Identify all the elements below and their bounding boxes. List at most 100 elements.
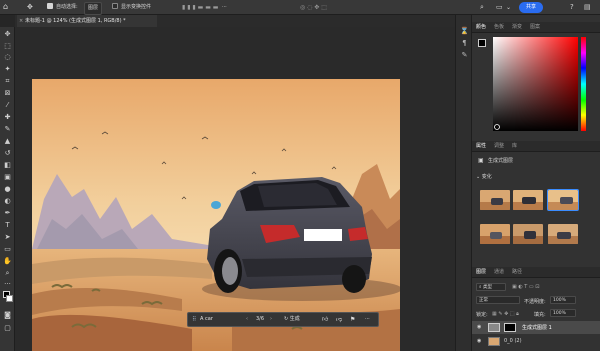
document-tab-bar: × 未标题-1 @ 124% (生成式图层 1, RGB/8) *	[15, 15, 455, 27]
blend-mode-select[interactable]: 正常	[476, 296, 520, 304]
flag-icon[interactable]: ⚑	[350, 313, 355, 326]
options-bar: ⌂ ✥ 自动选择: 图层 显示变换控件 ▮ ▮ ▮ ▬ ▬ ▬ ··· ◎ ◌ …	[0, 0, 600, 15]
auto-select-option[interactable]: 自动选择:	[47, 2, 78, 13]
tab-gradients[interactable]: 渐变	[512, 22, 522, 33]
clone-stamp-icon[interactable]: ▲	[3, 137, 12, 146]
next-variation-icon[interactable]: ›	[270, 313, 272, 326]
prev-variation-icon[interactable]: ‹	[246, 313, 248, 326]
history-panel-icon[interactable]: ⌛	[460, 27, 469, 36]
prompt-text[interactable]: A car	[200, 313, 213, 326]
variation-thumbnail-6[interactable]	[548, 224, 578, 244]
align-icons[interactable]: ▮ ▮ ▮ ▬ ▬ ▬	[182, 2, 218, 13]
document-tab[interactable]: × 未标题-1 @ 124% (生成式图层 1, RGB/8) *	[17, 15, 157, 27]
tab-paths[interactable]: 路径	[512, 267, 522, 278]
auto-select-dropdown[interactable]: 图层	[84, 2, 103, 15]
thumbs-down-icon[interactable]: 👎︎	[336, 313, 342, 326]
layer-name[interactable]: 0_0 (2)	[504, 338, 522, 344]
layer-name[interactable]: 生成式图层 1	[522, 324, 552, 331]
variation-thumbnail-2[interactable]	[513, 190, 543, 210]
desert-car-image	[32, 79, 400, 351]
gradient-tool-icon[interactable]: ▣	[3, 173, 12, 182]
layer-row[interactable]: ◉ 0_0 (2)	[472, 335, 600, 348]
color-field[interactable]	[493, 37, 578, 131]
more-tools-icon[interactable]: ···	[3, 280, 12, 289]
variations-toggle[interactable]: ⌄ 变化	[476, 173, 492, 180]
magic-wand-icon[interactable]: ✦	[3, 65, 12, 74]
background-color-swatch[interactable]	[6, 295, 13, 302]
auto-select-checkbox[interactable]	[47, 2, 53, 9]
show-transform-option[interactable]: 显示变换控件	[112, 2, 151, 13]
variation-thumbnail-1[interactable]	[480, 190, 510, 210]
document-tab-title: 未标题-1 @ 124% (生成式图层 1, RGB/8) *	[25, 18, 126, 24]
help-icon[interactable]: ?	[570, 2, 574, 13]
more-icon[interactable]: ···	[365, 313, 370, 326]
variation-thumbnail-4[interactable]	[480, 224, 510, 244]
lock-icons[interactable]: ▦ ✎ ✥ ⬚ 🔒︎	[492, 311, 519, 317]
variation-image	[480, 190, 510, 210]
more-options-button[interactable]: ···	[222, 2, 227, 13]
opacity-field[interactable]: 100%	[550, 296, 576, 304]
thumbs-up-icon[interactable]: 👍︎	[322, 313, 328, 326]
frame-tool-icon[interactable]: ⊠	[3, 89, 12, 98]
layer-row[interactable]: ◉ 生成式图层 1	[472, 321, 600, 334]
tab-adjustments[interactable]: 调整	[494, 141, 504, 152]
eraser-icon[interactable]: ◧	[3, 161, 12, 170]
3d-mode-icons[interactable]: ◎ ◌ ✥ ⬚	[300, 2, 327, 13]
layer-kind-filter[interactable]: ⌕ 类型	[476, 283, 506, 291]
artboard-tool-icon[interactable]: ⬚	[3, 42, 12, 51]
paragraph-panel-icon[interactable]: ¶	[460, 39, 469, 48]
tab-channels[interactable]: 通道	[494, 267, 504, 278]
dodge-tool-icon[interactable]: ◐	[3, 197, 12, 206]
variation-thumbnail-5[interactable]	[513, 224, 543, 244]
share-button[interactable]: 共享	[519, 2, 543, 13]
screen-mode-icon[interactable]: ▢	[3, 324, 12, 333]
crop-tool-icon[interactable]: ⌗	[3, 77, 12, 86]
lock-label: 锁定:	[476, 312, 488, 318]
panel-menu-icon[interactable]: ▤	[584, 2, 591, 13]
hue-slider[interactable]	[581, 37, 586, 131]
lasso-tool-icon[interactable]: ◌	[3, 53, 12, 62]
blur-tool-icon[interactable]: ●	[3, 185, 12, 194]
brush-tool-icon[interactable]: ✎	[3, 125, 12, 134]
tab-properties[interactable]: 属性	[476, 141, 486, 152]
home-icon[interactable]: ⌂	[3, 1, 8, 12]
variation-thumbnail-3[interactable]	[547, 189, 579, 211]
eyedropper-icon[interactable]: ⁄	[3, 101, 12, 110]
transform-label: 显示变换控件	[121, 4, 152, 10]
move-tool-icon[interactable]: ✥	[27, 2, 33, 13]
zoom-tool-icon[interactable]: ⌕	[3, 269, 12, 278]
healing-brush-icon[interactable]: ✚	[3, 113, 12, 122]
chevron-down-icon[interactable]: ⌄	[506, 2, 511, 13]
right-panels: 颜色 色板 渐变 图案 属性 调整 库 ▣ 生成式图层 ⌄ 变化 图层 通道 路…	[472, 15, 600, 351]
hand-tool-icon[interactable]: ✋	[3, 257, 12, 266]
generate-button[interactable]: ↻ 生成	[284, 313, 300, 326]
brush-settings-icon[interactable]: ✎	[460, 51, 469, 60]
quick-mask-icon[interactable]: ◙	[3, 311, 12, 320]
layers-panel-tabs: 图层 通道 路径	[472, 267, 600, 278]
pen-tool-icon[interactable]: ✒	[3, 209, 12, 218]
layer-mask-thumbnail[interactable]	[504, 323, 516, 332]
canvas-area[interactable]: ⠿ A car ‹ 3/6 › ↻ 生成 👍︎ 👎︎ ⚑ ···	[15, 27, 467, 351]
transform-checkbox[interactable]	[112, 2, 118, 9]
visibility-eye-icon[interactable]: ◉	[477, 324, 481, 330]
generate-label: 生成	[289, 316, 300, 322]
tab-libraries[interactable]: 库	[512, 141, 517, 152]
tab-swatches[interactable]: 色板	[494, 22, 504, 33]
path-select-icon[interactable]: ➤	[3, 233, 12, 242]
layer-filter-icons[interactable]: ▣ ◐ T ▭ ⊡	[512, 284, 539, 290]
visibility-eye-icon[interactable]: ◉	[477, 338, 481, 344]
tab-layers[interactable]: 图层	[476, 267, 486, 278]
search-icon[interactable]: ⌕	[480, 2, 484, 13]
type-tool-icon[interactable]: T	[3, 221, 12, 230]
layer-thumbnail	[488, 337, 500, 346]
close-icon[interactable]: ×	[19, 15, 23, 27]
workspace-icon[interactable]: ▭	[496, 2, 503, 13]
rectangle-tool-icon[interactable]: ▭	[3, 245, 12, 254]
move-tool-icon[interactable]: ✥	[3, 30, 12, 39]
tab-patterns[interactable]: 图案	[530, 22, 540, 33]
document-image[interactable]	[32, 79, 400, 351]
history-brush-icon[interactable]: ↺	[3, 149, 12, 158]
tab-color[interactable]: 颜色	[476, 22, 486, 33]
fill-field[interactable]: 100%	[550, 309, 576, 317]
fg-bg-swatch-icon[interactable]	[478, 39, 486, 47]
